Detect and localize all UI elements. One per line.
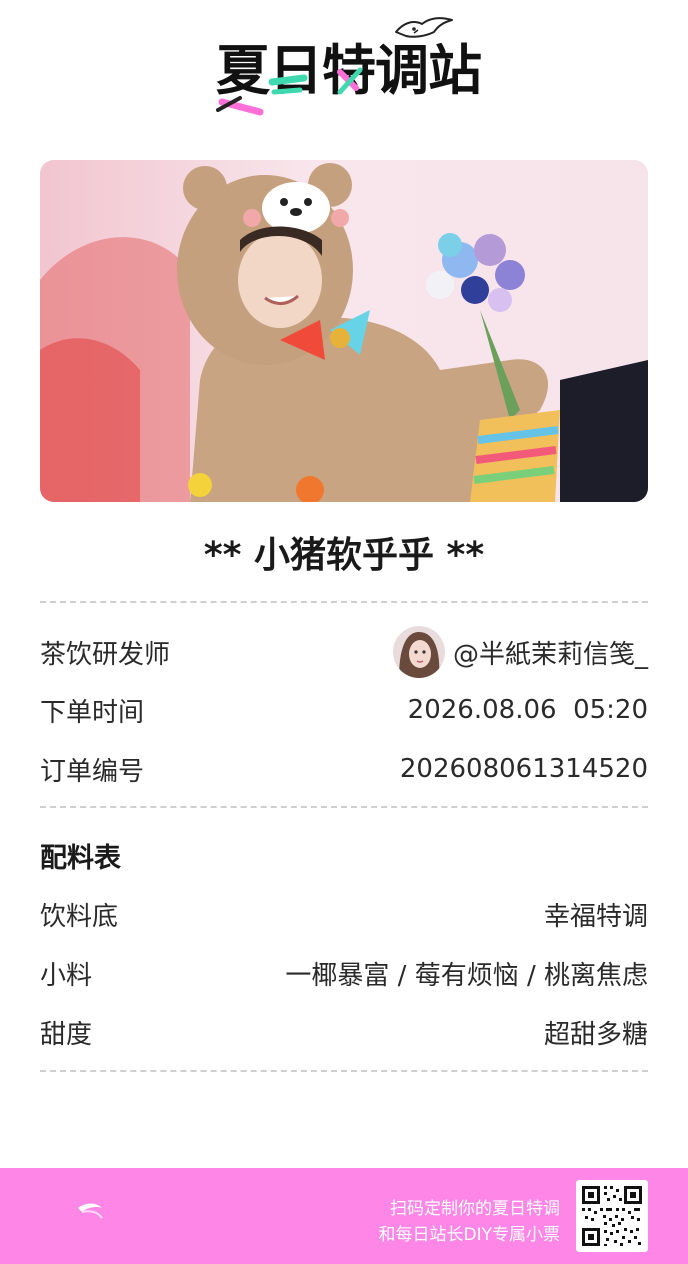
base-row: 饮料底 幸福特调 [40,894,648,934]
order-time-row: 下单时间 2026.08.06 05:20 [40,690,648,730]
toppings-label: 小料 [40,960,93,991]
order-time-value: 2026.08.06 05:20 [407,695,648,725]
divider [40,806,648,808]
base-value: 幸福特调 [543,901,648,932]
sweetness-value: 超甜多糖 [543,1019,648,1050]
footer-line-1: 扫码定制你的夏日特调 [390,1199,560,1219]
sweetness-label: 甜度 [40,1019,93,1050]
toppings-value: 一椰暴富 / 莓有烦恼 / 桃离焦虑 [285,960,648,991]
sweetness-row: 甜度 超甜多糖 [40,1012,648,1052]
order-number-row: 订单编号 202608061314520 [40,749,648,789]
order-number-value: 202608061314520 [399,754,648,784]
developer-name: @半紙茉莉信笺_ [452,639,648,670]
logo-text: 夏日特调站 [216,39,482,102]
order-time-label: 下单时间 [40,697,145,728]
order-number-label: 订单编号 [40,756,145,787]
divider [40,601,648,603]
qr-code-icon[interactable] [576,1180,648,1252]
product-title: ** 小猪软乎乎 ** [203,535,485,576]
bird-icon [78,1203,103,1219]
product-photo [40,160,648,502]
photo-watermark [52,174,55,185]
developer-label: 茶饮研发师 [40,639,171,670]
avatar[interactable] [392,626,445,678]
brand-logo: 夏日特调站 [200,10,490,128]
recipe-section-title: 配料表 [40,843,121,874]
toppings-row: 小料 一椰暴富 / 莓有烦恼 / 桃离焦虑 [40,953,648,993]
developer-row: 茶饮研发师 @半紙茉莉信笺_ [40,626,648,678]
footer-text: 扫码定制你的夏日特调 和每日站长DIY专属小票 [379,1196,561,1248]
divider [40,1070,648,1072]
footer-banner: 扫码定制你的夏日特调 和每日站长DIY专属小票 [0,1168,688,1264]
developer-info[interactable]: @半紙茉莉信笺_ [392,626,648,678]
footer-line-2: 和每日站长DIY专属小票 [378,1225,561,1245]
base-label: 饮料底 [40,901,119,932]
